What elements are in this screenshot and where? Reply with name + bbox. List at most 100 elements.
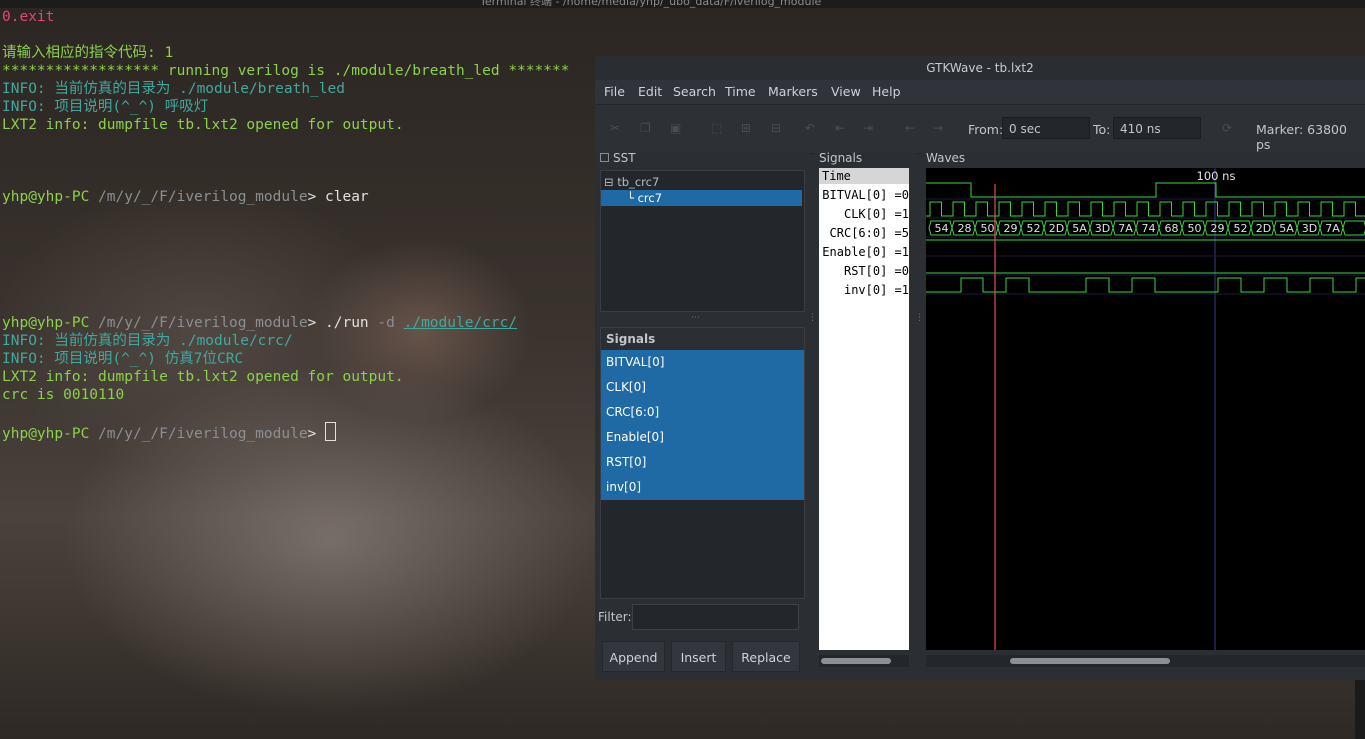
gtkwave-window: GTKWave - tb.lxt2 File Edit Search Time … — [595, 56, 1365, 680]
sst-signal-clk[interactable]: CLK[0] — [601, 375, 804, 400]
terminal-line: 0.exit — [2, 8, 54, 26]
pane-grip[interactable]: ⋯ — [691, 313, 700, 323]
terminal-text: -d — [377, 315, 404, 331]
window-edge — [1355, 680, 1365, 739]
signal-traces: 54 28 50 29 52 2D 5A 3D 7A 74 68 50 29 52 2D 5A 3D 7A — [926, 182, 1365, 295]
terminal-line: 请输入相应的指令代码: 1 — [2, 44, 173, 62]
sst-signal-enable[interactable]: Enable[0] — [601, 425, 804, 450]
waveform-svg: 100 ns 54 28 50 29 52 2D 5A 3D 7A 74 68 50 29 52 2D 5A 3… — [926, 168, 1365, 650]
collapse-icon[interactable] — [600, 153, 609, 162]
zoom-in-icon[interactable]: ⊞ — [741, 122, 753, 134]
terminal-line: crc is 0010110 — [2, 386, 124, 404]
filter-label: Filter: — [598, 610, 632, 624]
trace-inv — [926, 277, 1365, 293]
terminal-text: ./module/crc/ — [403, 315, 518, 331]
signal-row-enable[interactable]: Enable[0] =1 — [819, 243, 909, 262]
undo-zoom-icon[interactable]: ↶ — [805, 122, 817, 134]
zoom-right-icon[interactable]: ⇥ — [863, 122, 875, 134]
cut-icon[interactable]: ✂ — [610, 122, 622, 134]
paste-icon[interactable]: ▣ — [670, 122, 682, 134]
sst-signal-inv[interactable]: inv[0] — [601, 475, 804, 500]
zoom-left-icon[interactable]: ⇤ — [835, 122, 847, 134]
terminal-text: > — [307, 426, 326, 442]
terminal-line: yhp@yhp-PC /m/y/_/F/iverilog_module> ./r… — [2, 314, 517, 332]
signals-hscrollbar[interactable] — [819, 655, 909, 667]
menu-file[interactable]: File — [604, 84, 625, 99]
copy-icon[interactable]: ❐ — [640, 122, 652, 134]
terminal-text: yhp@yhp-PC — [2, 315, 99, 331]
crc-value-label: 74 — [1142, 222, 1156, 235]
terminal-text: INFO: 项目说明(^_^) 仿真7位CRC — [2, 351, 244, 367]
terminal-line: INFO: 当前仿真的目录为 ./module/breath_led — [2, 80, 345, 98]
menu-edit[interactable]: Edit — [638, 84, 662, 99]
menu-time[interactable]: Time — [725, 84, 756, 99]
signal-row-bitval[interactable]: BITVAL[0] =0 — [819, 186, 909, 205]
terminal-line: yhp@yhp-PC /m/y/_/F/iverilog_module> cle… — [2, 188, 369, 206]
crc-value-label: 3D — [1302, 222, 1317, 235]
tree-item-tb-crc7[interactable]: ⊟ tb_crc7 — [601, 174, 802, 190]
terminal-text: LXT2 info: dumpfile tb.lxt2 opened for o… — [2, 369, 404, 385]
page-right-icon[interactable]: → — [933, 122, 945, 134]
terminal-text: yhp@yhp-PC — [2, 426, 99, 442]
replace-button[interactable]: Replace — [732, 641, 800, 672]
terminal-text: ./run — [325, 315, 378, 331]
terminal-line: INFO: 项目说明(^_^) 呼吸灯 — [2, 98, 208, 116]
terminal-line: ****************** running verilog is ./… — [2, 62, 569, 80]
insert-button[interactable]: Insert — [671, 641, 726, 672]
reload-icon[interactable]: ⟳ — [1222, 122, 1234, 134]
hierarchy-tree: ⊟ tb_crc7 └ crc7 — [600, 170, 805, 312]
menu-view[interactable]: View — [831, 84, 861, 99]
scroll-thumb[interactable] — [821, 658, 891, 664]
marker-readout: Marker: 63800 ps — [1256, 122, 1347, 152]
terminal-text: crc is 0010110 — [2, 387, 125, 403]
zoom-out-icon[interactable]: ⊟ — [771, 122, 783, 134]
scroll-thumb[interactable] — [1010, 658, 1170, 664]
from-label: From: — [968, 122, 1004, 137]
menu-search[interactable]: Search — [673, 84, 716, 99]
signal-row-rst[interactable]: RST[0] =0 — [819, 262, 909, 281]
sst-signal-bitval[interactable]: BITVAL[0] — [601, 350, 804, 375]
sst-signals-list: Signals BITVAL[0] CLK[0] CRC[6:0] Enable… — [600, 327, 805, 599]
sst-signal-crc[interactable]: CRC[6:0] — [601, 400, 804, 425]
terminal-text: > — [307, 189, 326, 205]
crc-value-label: 52 — [1027, 222, 1041, 235]
crc-value-label: 29 — [1211, 222, 1225, 235]
append-button[interactable]: Append — [602, 641, 665, 672]
time-header: Time — [819, 168, 909, 184]
signals-header: Signals — [601, 328, 804, 350]
terminal-title: Terminal 终端 - /home/media/yhp/_ubo_data/… — [480, 0, 822, 8]
terminal-text: 请输入相应的指令代码: 1 — [2, 45, 174, 61]
signal-row-crc[interactable]: CRC[6:0] =5 — [819, 224, 909, 243]
page-left-icon[interactable]: ← — [905, 122, 917, 134]
terminal-text: INFO: 当前仿真的目录为 ./module/breath_led — [2, 81, 345, 97]
sst-signal-rst[interactable]: RST[0] — [601, 450, 804, 475]
terminal-text: /m/y/_/F/iverilog_module — [98, 315, 308, 331]
from-time-input[interactable]: 0 sec — [1002, 117, 1090, 139]
crc-value-label: 3D — [1095, 222, 1110, 235]
terminal-text: > — [307, 315, 326, 331]
signal-row-inv[interactable]: inv[0] =1 — [819, 281, 909, 300]
crc-value-label: 29 — [1004, 222, 1018, 235]
trace-bitval — [926, 182, 1365, 198]
tree-branch-icon: └ — [627, 191, 638, 205]
to-time-input[interactable]: 410 ns — [1113, 117, 1201, 139]
terminal-text: INFO: 当前仿真的目录为 ./module/crc/ — [2, 333, 293, 349]
crc-value-label: 5A — [1279, 222, 1294, 235]
to-label: To: — [1093, 122, 1111, 137]
menu-markers[interactable]: Markers — [768, 84, 818, 99]
terminal-text: yhp@yhp-PC — [2, 189, 99, 205]
crc-value-label: 2D — [1049, 222, 1064, 235]
tree-item-crc7[interactable]: └ crc7 — [601, 190, 802, 206]
terminal-line: LXT2 info: dumpfile tb.lxt2 opened for o… — [2, 116, 404, 134]
tree-label: crc7 — [637, 191, 663, 205]
crc-value-label: 7A — [1325, 222, 1340, 235]
signal-row-clk[interactable]: CLK[0] =1 — [819, 205, 909, 224]
filter-input[interactable] — [632, 604, 799, 630]
zoom-fit-icon[interactable]: ⬚ — [711, 122, 723, 134]
crc-value-label: 54 — [935, 222, 949, 235]
menu-help[interactable]: Help — [872, 84, 901, 99]
waves-hscrollbar[interactable] — [926, 655, 1365, 667]
terminal-cursor — [325, 422, 337, 441]
waves-pane-label: Waves — [926, 151, 966, 165]
waveform-canvas[interactable]: 100 ns 54 28 50 29 52 2D 5A 3D 7A 74 68 50 29 52 2D 5A 3… — [926, 168, 1365, 650]
